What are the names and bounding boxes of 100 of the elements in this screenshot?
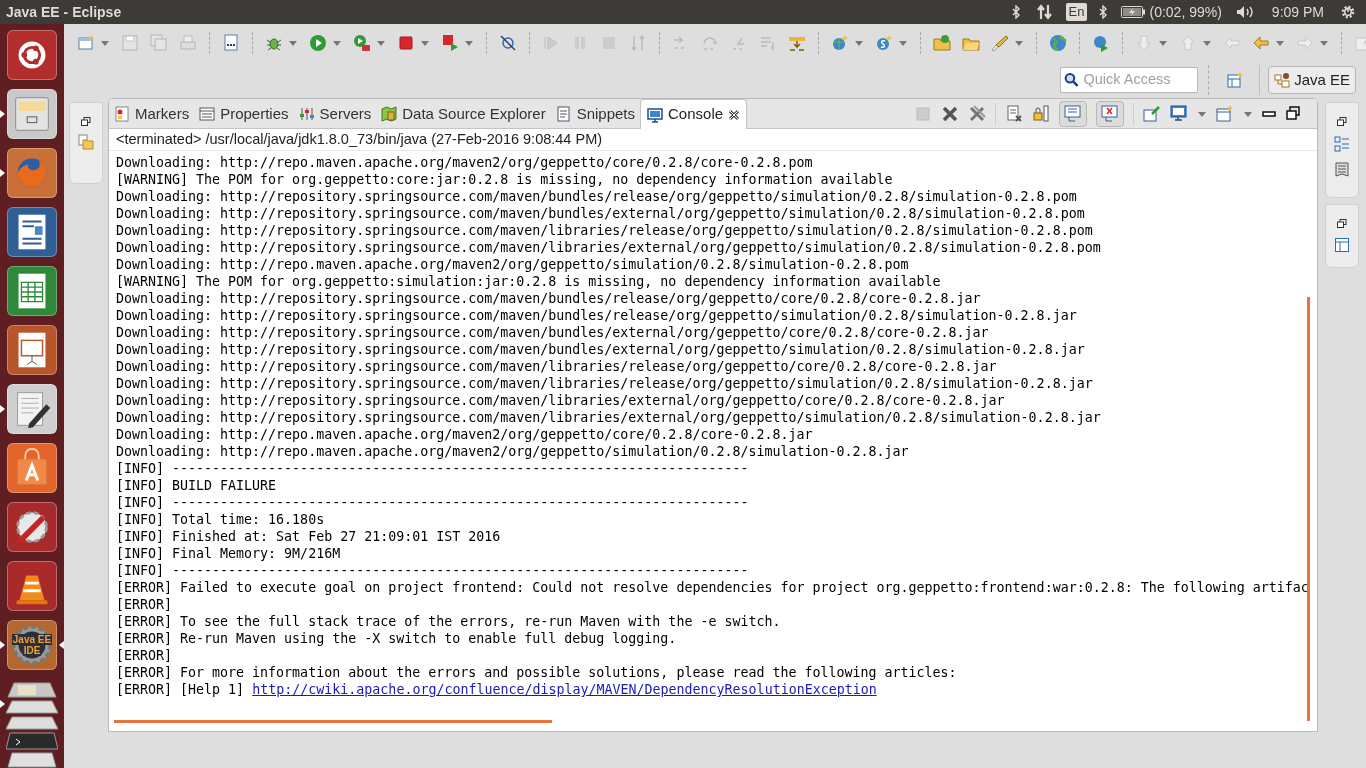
dropdown-caret-icon bbox=[288, 38, 298, 48]
java-ee-perspective-icon bbox=[1274, 72, 1291, 88]
search-icon bbox=[1064, 71, 1080, 89]
maximize-icon bbox=[1285, 104, 1303, 123]
battery-status[interactable]: (0:02, 99%) bbox=[1149, 1, 1222, 23]
run-icon bbox=[309, 34, 327, 52]
view-tab[interactable]: Properties bbox=[194, 100, 294, 128]
console-line: [INFO] BUILD FAILURE bbox=[116, 477, 277, 494]
console-line: Downloading: http://repository.springsource.com/maven/libraries/release/org/geppetto/simulation/0.2.8/simulation-0.2.8.pom bbox=[116, 222, 1093, 239]
power-gear-icon[interactable] bbox=[1340, 4, 1356, 20]
open-project-icon bbox=[933, 34, 951, 52]
view-toolbar-button[interactable] bbox=[1285, 104, 1303, 123]
scroll-lock-icon bbox=[1032, 104, 1050, 123]
remove-all-icon bbox=[968, 104, 986, 123]
pin-console-icon bbox=[1143, 104, 1161, 123]
save-all-icon bbox=[150, 34, 168, 52]
view-toolbar-button[interactable] bbox=[1005, 104, 1023, 123]
console-line: Downloading: http://repository.springsource.com/maven/bundles/external/org/geppetto/simulation/0.2.8/simulation-0.2.8.pom bbox=[116, 205, 1085, 222]
run-server-icon bbox=[353, 34, 371, 52]
stop-run-icon bbox=[441, 34, 459, 52]
close-icon[interactable] bbox=[728, 108, 741, 121]
dropdown-caret-icon bbox=[898, 38, 908, 48]
perspective-button[interactable]: Java EE bbox=[1268, 66, 1356, 94]
console-view-icon bbox=[647, 106, 663, 123]
back-icon bbox=[1252, 34, 1270, 52]
dropdown-caret-icon bbox=[376, 38, 386, 48]
terminate-icon bbox=[914, 104, 932, 123]
dropdown-caret-icon bbox=[1202, 38, 1212, 48]
globe-icon bbox=[1049, 34, 1067, 52]
document-icon[interactable] bbox=[1335, 162, 1349, 178]
console-line: [ERROR] bbox=[116, 596, 173, 613]
open-console-icon bbox=[1216, 104, 1234, 123]
console-line: [INFO] Finished at: Sat Feb 27 21:09:01 IST 2016 bbox=[116, 528, 501, 545]
new-service-icon bbox=[875, 34, 893, 52]
minimize-icon bbox=[1262, 110, 1276, 117]
battery-icon[interactable] bbox=[1121, 6, 1146, 18]
properties-view-icon bbox=[199, 106, 216, 122]
console-line: Downloading: http://repository.springsource.com/maven/libraries/release/org/geppetto/simulation/0.2.8/simulation-0.2.8.jar bbox=[116, 375, 1093, 392]
console-line: Downloading: http://repository.springsource.com/maven/bundles/external/org/geppetto/core/0.2.8/core-0.2.8.jar bbox=[116, 324, 989, 341]
console-line: [ERROR] [Help 1] bbox=[116, 681, 245, 698]
view-toolbar-button[interactable] bbox=[941, 104, 959, 123]
console-line: [WARNING] The POM for org.geppetto:simulation:jar:0.2.8 is missing, no dependency information available bbox=[116, 273, 941, 290]
step-over-icon bbox=[701, 34, 719, 52]
layout-icon[interactable] bbox=[1335, 238, 1349, 252]
binary-file-icon bbox=[222, 34, 240, 52]
launcher-item[interactable]: Java EE IDE bbox=[7, 620, 57, 670]
console-line: Downloading: http://repo.maven.apache.org/maven2/org/geppetto/simulation/0.2.8/simulation-0.2.8.jar bbox=[116, 443, 909, 460]
show-on-output-icon bbox=[1064, 104, 1082, 123]
next-annotation-icon bbox=[1135, 34, 1153, 52]
console-line: Downloading: http://repo.maven.apache.org/maven2/org/geppetto/core/0.2.8/core-0.2.8.pom bbox=[116, 154, 813, 171]
vertical-scrollbar[interactable] bbox=[1307, 297, 1310, 721]
console-line: Downloading: http://repository.springsource.com/maven/bundles/release/org/geppetto/simulation/0.2.8/simulation-0.2.8.pom bbox=[116, 188, 1077, 205]
dropdown-caret-icon bbox=[332, 38, 342, 48]
console-line: Downloading: http://repository.springsource.com/maven/bundles/external/org/geppetto/simulation/0.2.8/simulation-0.2.8.jar bbox=[116, 341, 1085, 358]
restore-icon[interactable] bbox=[81, 117, 91, 126]
quick-access-field[interactable]: Quick Access bbox=[1060, 67, 1199, 93]
servers-view-icon bbox=[298, 106, 315, 122]
console-line: Downloading: http://repository.springsource.com/maven/bundles/release/org/geppetto/core/0.2.8/core-0.2.8.jar bbox=[116, 290, 981, 307]
save-icon bbox=[121, 34, 139, 52]
console-line: [INFO] ------------------------------------------------------------------------ bbox=[116, 562, 749, 579]
keyboard-indicator[interactable]: En bbox=[1065, 3, 1088, 21]
network-arrows-icon[interactable] bbox=[1035, 4, 1054, 20]
dropdown-caret-icon bbox=[1158, 38, 1168, 48]
view-tab[interactable]: Markers bbox=[109, 100, 195, 128]
resume-icon bbox=[542, 34, 560, 52]
show-on-error-icon bbox=[1101, 104, 1119, 123]
brush-icon bbox=[991, 34, 1009, 52]
clock[interactable]: 9:09 PM bbox=[1271, 1, 1324, 23]
dropdown-caret-icon bbox=[420, 38, 430, 48]
console-line: [INFO] Total time: 16.180s bbox=[116, 511, 325, 528]
console-line: [WARNING] The POM for org.geppetto:core:jar:0.2.8 is missing, no dependency information available bbox=[116, 171, 893, 188]
restore-icon[interactable] bbox=[1337, 219, 1347, 228]
dropdown-caret-icon bbox=[1319, 38, 1329, 48]
folders-icon[interactable] bbox=[78, 134, 94, 150]
console-line: [INFO] ------------------------------------------------------------------------ bbox=[116, 460, 749, 477]
view-toolbar-button[interactable] bbox=[1262, 110, 1276, 117]
forward-icon bbox=[1296, 34, 1314, 52]
horizontal-scrollbar[interactable] bbox=[114, 720, 552, 723]
outline-icon[interactable] bbox=[1334, 136, 1350, 152]
console-line: [ERROR] To see the full stack trace of the errors, re-run Maven with the -e switch. bbox=[116, 613, 781, 630]
console-line: [INFO] Final Memory: 9M/216M bbox=[116, 545, 341, 562]
view-tab[interactable]: Data Source Explorer bbox=[376, 100, 551, 128]
console-line: [INFO] ------------------------------------------------------------------------ bbox=[116, 494, 749, 511]
volume-icon[interactable] bbox=[1235, 5, 1254, 19]
console-status: <terminated> /usr/local/java/jdk1.8.0_73/bin/java (27-Feb-2016 9:08:44 PM) bbox=[109, 129, 1317, 151]
hyperlink[interactable]: http://cwiki.apache.org/confluence/display/MAVEN/DependencyResolutionException bbox=[252, 681, 877, 698]
remove-launch-icon bbox=[941, 104, 959, 123]
app-logo-text: IDE bbox=[22, 645, 42, 656]
restore-icon[interactable] bbox=[1337, 117, 1347, 126]
stacked-launcher-icons-drawing[interactable] bbox=[6, 679, 58, 768]
console-line: Downloading: http://repository.springsource.com/maven/libraries/external/org/geppetto/simulation/0.2.8/simulation-0.2.8.pom bbox=[116, 239, 1101, 256]
view-tab[interactable]: Servers bbox=[293, 100, 377, 128]
clear-console-icon bbox=[1005, 104, 1023, 123]
view-tab[interactable]: Console bbox=[640, 99, 748, 129]
view-tab[interactable]: Snippets bbox=[550, 100, 640, 128]
view-toolbar-button[interactable] bbox=[1170, 104, 1188, 123]
app-logo-text: Java EE bbox=[11, 634, 53, 645]
dropdown-caret-icon bbox=[464, 38, 474, 48]
console-line: Downloading: http://repository.springsource.com/maven/libraries/release/org/geppetto/core/0.2.8/core-0.2.8.jar bbox=[116, 358, 997, 375]
table-add-icon bbox=[1227, 72, 1244, 88]
